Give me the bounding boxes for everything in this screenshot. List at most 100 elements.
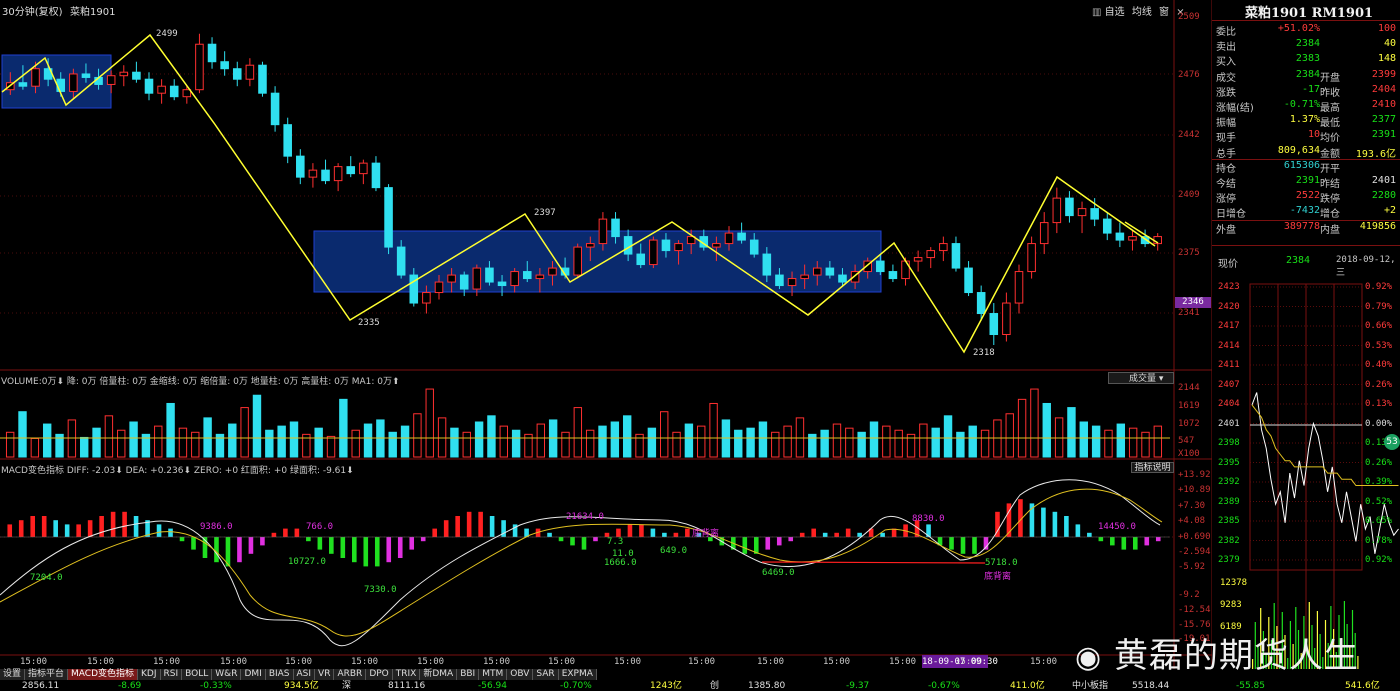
float-badge[interactable]: 53 — [1384, 434, 1400, 450]
timeline-price-label: 2414 — [1218, 340, 1240, 351]
volume-indicator-select[interactable]: 成交量 ▾ — [1108, 372, 1174, 384]
tab-rsi[interactable]: RSI — [160, 669, 183, 680]
volume-bar — [795, 417, 805, 458]
quote-row: 涨幅(结) -0.71% 最高 2410 — [1216, 99, 1398, 114]
quote-value-secondary: 2391 — [1371, 129, 1396, 141]
macd-histogram-bar — [466, 511, 472, 537]
volume-bar — [1116, 423, 1126, 458]
candle-body — [724, 232, 734, 245]
candle-body — [586, 243, 595, 248]
candle-body — [762, 253, 772, 276]
volume-bar — [450, 427, 459, 458]
status-value: -8.69 — [118, 681, 142, 691]
volume-bar — [166, 402, 175, 458]
quote-label-secondary: 跌停 — [1320, 194, 1340, 206]
volume-bar — [277, 425, 286, 458]
macd-histogram-bar — [133, 516, 139, 537]
macd-annotation: 7204.0 — [30, 573, 63, 583]
tab-arbr[interactable]: ARBR — [334, 669, 367, 680]
candle-body — [636, 253, 646, 266]
macd-annotation: 10727.0 — [288, 557, 326, 567]
status-value: 541.6亿 — [1345, 681, 1380, 691]
candle-body — [573, 246, 582, 276]
tab-dpo[interactable]: DPO — [366, 669, 393, 680]
candle-body — [611, 218, 620, 238]
macd-annotation: 底背离 — [984, 572, 1012, 582]
tab--[interactable]: 指标平台 — [25, 669, 69, 680]
volume-bar — [462, 431, 471, 458]
macd-histogram-bar — [110, 511, 116, 537]
macd-histogram-bar — [363, 537, 369, 567]
tab-expma[interactable]: EXPMA — [558, 669, 597, 680]
divergence-line — [761, 561, 986, 564]
quote-value: 2384 — [1295, 38, 1320, 50]
candle-body — [623, 236, 633, 255]
candle-body — [1115, 232, 1125, 241]
tab-boll[interactable]: BOLL — [182, 669, 213, 680]
candle-body — [749, 239, 759, 255]
current-price-label: 现价 — [1218, 259, 1238, 270]
tab-bbi[interactable]: BBI — [457, 669, 480, 680]
chart-svg — [0, 0, 1212, 669]
volume-bar — [511, 429, 521, 458]
quote-value-secondary: 193.6亿 — [1355, 148, 1396, 160]
volume-bar — [647, 427, 657, 458]
quote-label-secondary: 增仓 — [1320, 209, 1340, 221]
macd-histogram-bar — [558, 537, 564, 542]
candle-body — [270, 92, 280, 126]
volume-bar — [499, 425, 508, 458]
macd-annotation: 底背离 — [692, 529, 720, 539]
macd-histogram-bar — [260, 537, 265, 546]
macd-histogram-bar — [639, 524, 644, 537]
tab-vr[interactable]: VR — [315, 669, 335, 680]
volume-bar — [1141, 431, 1150, 458]
candle-body — [661, 239, 671, 252]
candle-body — [207, 43, 217, 63]
macd-histogram-bar — [478, 511, 483, 537]
weibo-icon: ◉ — [1075, 640, 1103, 675]
macd-histogram-bar — [627, 524, 633, 537]
tab-sar[interactable]: SAR — [533, 669, 559, 680]
tab-asi[interactable]: ASI — [293, 669, 316, 680]
tab-kdj[interactable]: KDJ — [138, 669, 161, 680]
quote-row: 总手 809,634 金额 193.6亿 — [1216, 145, 1398, 160]
tab-bias[interactable]: BIAS — [265, 669, 294, 680]
quote-label-secondary: 最高 — [1320, 103, 1340, 114]
volume-bar — [117, 429, 126, 458]
volume-bar — [832, 423, 842, 458]
tab-obv[interactable]: OBV — [507, 669, 534, 680]
volume-bar — [697, 425, 706, 458]
quote-value: 389778 — [1283, 220, 1320, 232]
tab--[interactable]: 设置 — [0, 669, 26, 680]
tab-dmi[interactable]: DMI — [241, 669, 266, 680]
timeline-pct-label: 0.65% — [1365, 516, 1393, 526]
macd-histogram-bar — [352, 537, 357, 563]
macd-histogram-bar — [30, 516, 36, 537]
candle-body — [359, 162, 368, 175]
candle-body — [119, 71, 129, 77]
candle-body — [838, 274, 847, 283]
time-axis-label: 18-09-07 09:30 — [922, 657, 998, 667]
tab-w-r[interactable]: W&R — [212, 669, 242, 680]
candle-body — [18, 82, 28, 87]
quote-value-secondary: 419856 — [1359, 220, 1396, 232]
quote-label: 涨幅(结) — [1216, 103, 1254, 114]
tab-macd-[interactable]: MACD变色指标 — [68, 669, 139, 680]
tab-mtm[interactable]: MTM — [479, 669, 508, 680]
volume-bar — [203, 417, 212, 458]
timeline-pct-label: 0.53% — [1365, 340, 1393, 351]
time-axis-label: 15:00 — [483, 657, 511, 667]
timeline-pct-label: 0.26% — [1365, 457, 1393, 468]
tab-trix[interactable]: TRIX — [392, 669, 421, 680]
macd-annotation: 7.3 — [607, 537, 624, 547]
candle-body — [422, 292, 431, 304]
swing-low-label: 2318 — [973, 348, 995, 358]
timeline-volume-label: 9283 — [1220, 600, 1242, 610]
macd-histogram-bar — [891, 528, 897, 537]
timeline-pct-label: 0.52% — [1365, 496, 1393, 507]
volume-bar — [178, 427, 188, 458]
tab--dma[interactable]: 新DMA — [420, 669, 458, 680]
time-axis-label: 15:00 — [220, 657, 248, 667]
time-axis-label: 15:00 — [1030, 657, 1058, 667]
indicator-help-button[interactable]: 指标说明 — [1131, 462, 1174, 473]
